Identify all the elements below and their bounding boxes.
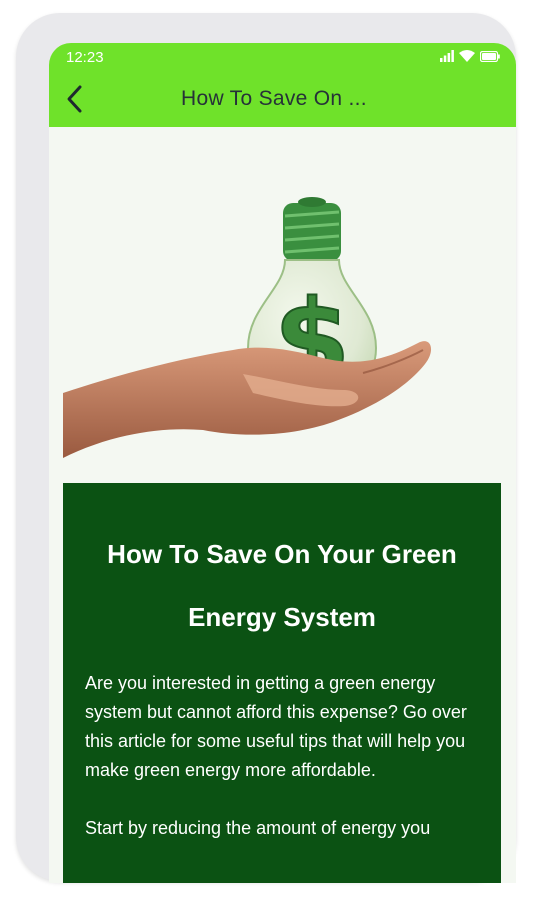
- article-paragraph: Start by reducing the amount of energy y…: [85, 818, 431, 838]
- back-button[interactable]: [57, 81, 93, 117]
- phone-frame: 12:23 How To Save On ... $ How To Save O…: [16, 13, 516, 883]
- article-title: How To Save On Your Green Energy System: [107, 539, 457, 632]
- wifi-icon: [459, 50, 475, 62]
- status-time: 12:23: [66, 49, 104, 66]
- article-card: How To Save On Your Green Energy System …: [63, 483, 501, 883]
- app-bar: How To Save On ...: [49, 71, 516, 127]
- app-bar-title: How To Save On ...: [181, 87, 367, 110]
- article-paragraph: Are you interested in getting a green en…: [85, 673, 467, 780]
- status-bar: 12:23: [49, 43, 516, 71]
- battery-icon: [480, 51, 500, 62]
- hero-image: $: [63, 197, 432, 458]
- signal-icon: [440, 50, 454, 62]
- arrow-back-icon: [67, 85, 82, 113]
- status-icons: [440, 50, 500, 62]
- app-screen: 12:23 How To Save On ... $ How To Save O…: [49, 43, 516, 883]
